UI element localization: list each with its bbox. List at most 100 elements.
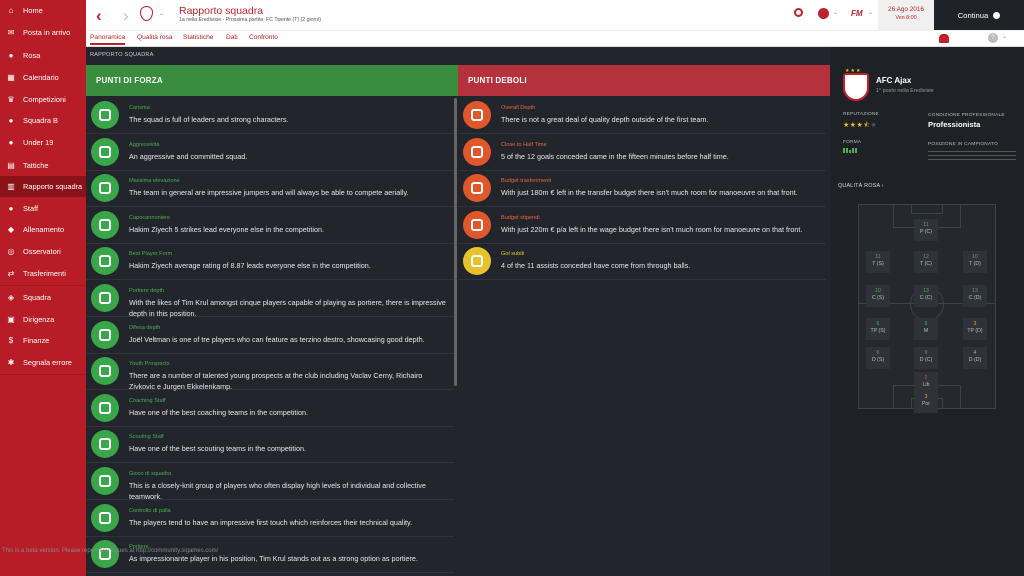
sidebar-item-tattiche[interactable]: ▤ Tattiche xyxy=(0,155,86,176)
position-rating: 13 xyxy=(972,288,978,294)
strength-icon xyxy=(91,430,119,459)
pitch-position[interactable]: 11 T (S) xyxy=(866,251,890,273)
sidebar-item-competizioni[interactable]: ♛ Competizioni xyxy=(0,89,86,110)
position-rating: 3 xyxy=(973,321,977,327)
pitch-position[interactable]: 3 TP (D) xyxy=(963,318,987,340)
list-item[interactable]: Coaching Staff Have one of the best coach… xyxy=(86,391,454,427)
list-item[interactable]: Difesa depth Joël Veltman is one of tre p… xyxy=(86,318,454,354)
position-rating: 3 xyxy=(924,394,928,400)
item-title: Gioco di squadra xyxy=(129,471,172,477)
top-bar: ‹ › ⌄ Rapporto squadra 1a nella Eredivis… xyxy=(86,0,1024,30)
help-icon[interactable]: ? xyxy=(988,33,998,43)
sidebar-item-rosa[interactable]: ● Rosa xyxy=(0,45,86,66)
tab-statistiche[interactable]: Statistiche xyxy=(183,34,213,41)
position-rating: 10 xyxy=(875,288,881,294)
strength-icon xyxy=(91,540,119,569)
list-item[interactable]: Best Player Form Hakim Ziyech average rat… xyxy=(86,244,454,281)
search-icon[interactable] xyxy=(794,8,803,17)
pitch-position[interactable]: 12 T (C) xyxy=(914,251,938,273)
list-item[interactable]: Gol subiti 4 of the 11 assists conceded h… xyxy=(458,244,826,281)
fm-menu-chevron-icon[interactable]: ⌄ xyxy=(868,9,873,16)
list-item[interactable]: Scouting Staff Have one of the best scout… xyxy=(86,427,454,464)
pitch-position[interactable]: 9M xyxy=(914,318,938,340)
club-crest-icon[interactable] xyxy=(140,6,153,21)
list-item[interactable]: Overall Depth There is not a great deal o… xyxy=(458,98,826,134)
sidebar-item-trasferimenti[interactable]: ⇄ Trasferimenti xyxy=(0,263,86,284)
weakness-icon xyxy=(463,210,491,239)
crest-menu-chevron-icon[interactable]: ⌄ xyxy=(159,10,164,17)
people-icon: ● xyxy=(8,137,14,147)
sidebar-item-under-19[interactable]: ● Under 19 xyxy=(0,132,86,153)
item-description: There are a number of talented young pro… xyxy=(129,371,423,392)
sidebar-item-calendario[interactable]: ▦ Calendario xyxy=(0,67,86,88)
back-arrow-icon[interactable]: ‹ xyxy=(96,6,102,26)
help-chevron-icon[interactable]: ⌄ xyxy=(1002,33,1007,40)
list-item[interactable]: Capocannoniere Hakim Ziyech 5 strikes lea… xyxy=(86,208,454,244)
status-label: CONDIZIONE PROFESSIONALE xyxy=(928,113,1005,118)
weaknesses-title: PUNTI DEBOLI xyxy=(468,76,527,85)
staff-icon: ● xyxy=(8,203,14,213)
sidebar-item-label: Competizioni xyxy=(23,95,66,104)
continue-button[interactable]: Continua xyxy=(934,0,1024,30)
sidebar-item-rapporto-squadra[interactable]: ▥ Rapporto squadra xyxy=(0,176,86,197)
list-item[interactable]: Portiere As impressionante player in his … xyxy=(86,537,454,574)
sidebar-item-staff[interactable]: ● Staff xyxy=(0,198,86,219)
pitch-position[interactable]: 9D (C) xyxy=(914,347,938,369)
transfer-icon: ⇄ xyxy=(7,268,15,278)
sidebar-item-posta-in-arrivo[interactable]: ✉ Posta in arrivo xyxy=(0,22,86,43)
pitch-position[interactable]: 6 TP (S) xyxy=(866,318,890,340)
squad-quality-label[interactable]: QUALITÀ ROSA › xyxy=(838,183,884,189)
item-title: Capocannoniere xyxy=(129,214,171,221)
tab-dati[interactable]: Dati xyxy=(226,34,238,41)
item-description: Hakim Ziyech 5 strikes lead everyone els… xyxy=(129,224,324,234)
current-date: 26 Ago 2016 xyxy=(888,6,924,13)
sidebar-item-squadra[interactable]: ◈ Squadra xyxy=(0,287,86,308)
sidebar-item-dirigenza[interactable]: ▣ Dirigenza xyxy=(0,309,86,330)
list-item[interactable]: Close to Half Time 5 of the 12 goals conc… xyxy=(458,135,826,171)
list-item[interactable]: Massima elevazione The team in general ar… xyxy=(86,171,454,208)
sidebar-item-allenamento[interactable]: ◆ Allenamento xyxy=(0,219,86,240)
club-name[interactable]: AFC Ajax xyxy=(876,76,911,85)
pitch-position[interactable]: 3 Por xyxy=(914,391,938,413)
position-rating: 11 xyxy=(923,222,929,228)
sidebar-item-osservatori[interactable]: ◎ Osservatori xyxy=(0,241,86,262)
sidebar-item-home[interactable]: ⌂ Home xyxy=(0,0,86,21)
pitch-position[interactable]: 10 T (D) xyxy=(963,251,987,273)
globe-chevron-icon[interactable]: ⌄ xyxy=(833,9,838,16)
position-label: T (D) xyxy=(969,261,981,267)
strengths-scrollbar[interactable] xyxy=(454,98,457,386)
position-rating: 12 xyxy=(923,254,929,260)
position-label: C (S) xyxy=(871,295,885,301)
tab-qualit-rosa[interactable]: Qualità rosa xyxy=(137,34,173,41)
pitch-position[interactable]: 10 C (S) xyxy=(866,285,890,307)
forward-arrow-icon[interactable]: › xyxy=(123,6,129,26)
item-description: With the likes of Tim Krul amongst cinqu… xyxy=(129,298,446,318)
date-box[interactable]: 26 Ago 2016 Ven 8:00 xyxy=(878,0,934,30)
list-item[interactable]: Gioco di squadra This is a closely-knit g… xyxy=(86,464,454,501)
strengths-title: PUNTI DI FORZA xyxy=(96,76,163,85)
list-item[interactable]: Portiere depth With the likes of Tim Krul… xyxy=(86,281,454,318)
pitch-position[interactable]: 13 C (C) xyxy=(914,285,938,307)
people-icon[interactable] xyxy=(939,34,949,43)
pitch-position[interactable]: 6D (S) xyxy=(866,347,890,369)
globe-icon[interactable] xyxy=(818,8,829,19)
tab-confronto[interactable]: Confronto xyxy=(249,34,278,41)
list-item[interactable]: Carisma The squad is full of leaders and … xyxy=(86,98,454,134)
sidebar-item-finanze[interactable]: $ Finanze xyxy=(0,330,86,351)
pitch-position[interactable]: 11 P (C) xyxy=(914,219,938,241)
position-rating: 6 xyxy=(876,350,880,356)
list-item[interactable]: Budget stipendi With just 220m € p/a left… xyxy=(458,208,826,244)
fm-logo[interactable]: FM xyxy=(851,9,863,18)
club-crest-stars: ★★★ xyxy=(845,68,862,74)
item-title: Coaching Staff xyxy=(129,397,166,404)
sidebar-item-squadra-b[interactable]: ● Squadra B xyxy=(0,110,86,131)
list-item[interactable]: Controllo di palla The players tend to ha… xyxy=(86,501,454,537)
list-item[interactable]: Youth Prospects There are a number of tal… xyxy=(86,354,454,392)
sidebar-item-label: Finanze xyxy=(23,336,50,345)
pitch-position[interactable]: 13 C (D) xyxy=(963,285,987,307)
list-item[interactable]: Budget trasferimenti With just 180m € lef… xyxy=(458,171,826,208)
pitch-position[interactable]: 4D (D) xyxy=(963,347,987,369)
tab-panoramica[interactable]: Panoramica xyxy=(90,34,126,45)
sidebar-item-segnala-errore[interactable]: ✱ Segnala errore xyxy=(0,352,86,373)
list-item[interactable]: Aggressività An aggressive and committed … xyxy=(86,135,454,171)
